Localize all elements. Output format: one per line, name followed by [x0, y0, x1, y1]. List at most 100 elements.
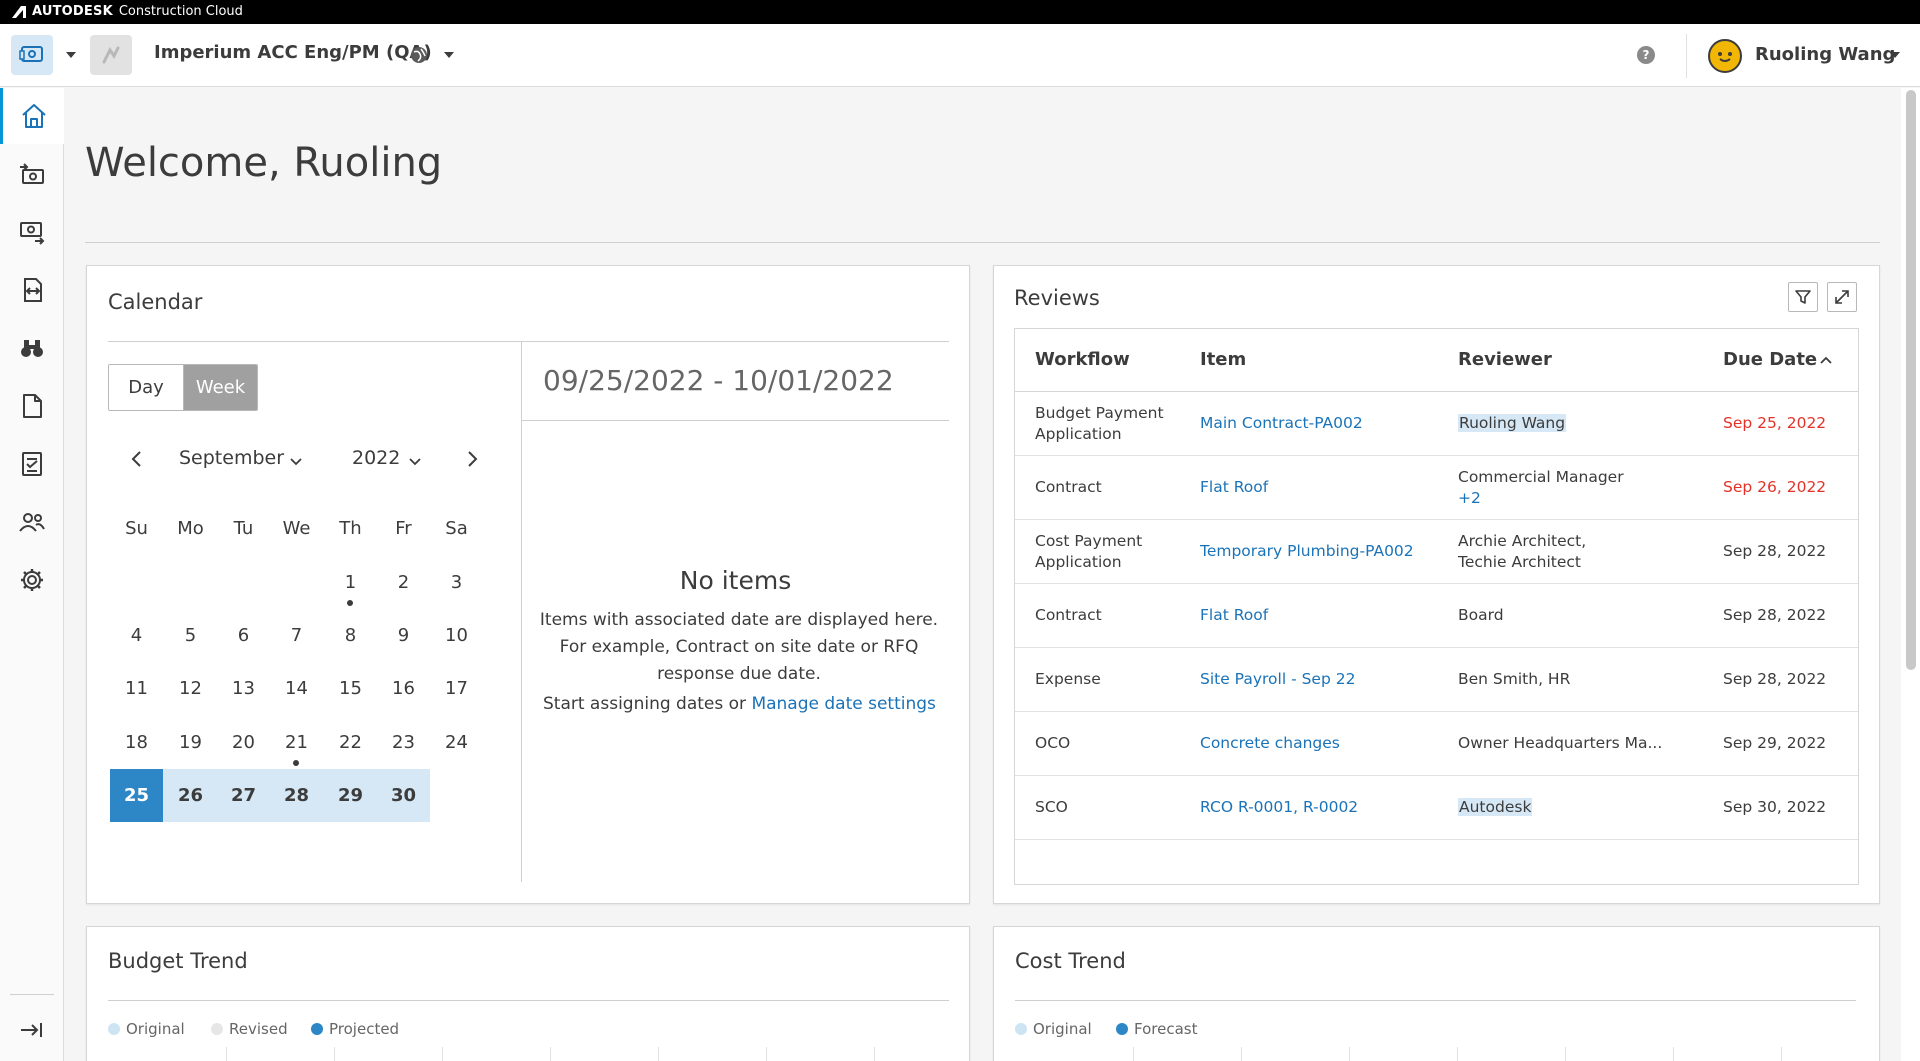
expand-button[interactable]	[1827, 282, 1857, 312]
calendar-day[interactable]: 23	[377, 716, 430, 769]
calendar-day[interactable]: 27	[217, 769, 270, 822]
budget-trend-card: Budget Trend Original Revised Projected	[86, 926, 970, 1061]
calendar-day[interactable]: 5	[164, 609, 217, 662]
no-items-title: No items	[679, 566, 792, 595]
calendar-day[interactable]: 28	[270, 769, 323, 822]
table-row[interactable]: Contract Flat Roof Board Sep 28, 2022	[1015, 584, 1858, 648]
cell-item-link[interactable]: Temporary Plumbing-PA002	[1200, 541, 1414, 562]
sidebar-item-module-4[interactable]	[0, 262, 64, 318]
table-row[interactable]: SCO RCO R-0001, R-0002 Autodesk Sep 30, 202…	[1015, 776, 1858, 840]
cell-item-link[interactable]: RCO R-0001, R-0002	[1200, 797, 1358, 818]
table-row[interactable]: Expense Site Payroll - Sep 22 Ben Smith, H…	[1015, 648, 1858, 712]
view-week-button[interactable]: Week	[183, 365, 257, 410]
filter-button[interactable]	[1788, 282, 1818, 312]
project-caret-icon[interactable]	[444, 52, 454, 58]
cell-item-link[interactable]: Concrete changes	[1200, 733, 1340, 754]
budget-legend-revised[interactable]: Revised	[211, 1020, 288, 1038]
sidebar-item-module-2[interactable]	[0, 146, 64, 202]
cost-legend-forecast[interactable]: Forecast	[1116, 1020, 1197, 1038]
calendar-day[interactable]: 30	[377, 769, 430, 822]
project-name[interactable]: Imperium ACC Eng/PM (QA)	[154, 42, 432, 63]
table-row[interactable]: Contract Flat Roof Commercial Manager +2 Sep…	[1015, 456, 1858, 520]
gridline	[1781, 1047, 1782, 1061]
calendar-day[interactable]: 9	[377, 609, 430, 662]
legend-dot	[1116, 1023, 1128, 1035]
calendar-day[interactable]: 29	[324, 769, 377, 822]
sidebar-item-module-5[interactable]	[0, 320, 64, 376]
calendar-day[interactable]: 7	[270, 609, 323, 662]
avatar[interactable]	[1708, 39, 1742, 73]
more-reviewers-link[interactable]: +2	[1458, 489, 1481, 507]
user-menu-caret-icon[interactable]	[1890, 52, 1900, 58]
next-month-icon[interactable]	[462, 449, 482, 469]
cell-item-link[interactable]: Main Contract-PA002	[1200, 413, 1363, 434]
calendar-day[interactable]: 4	[110, 609, 163, 662]
sidebar-item-module-7[interactable]	[0, 436, 64, 492]
calendar-day[interactable]: 13	[217, 662, 270, 715]
help-icon[interactable]: ?	[1637, 46, 1655, 64]
calendar-day[interactable]: 15	[324, 662, 377, 715]
sidebar-item-module-9[interactable]	[0, 552, 64, 608]
sidebar-item-module-6[interactable]	[0, 378, 64, 434]
user-name[interactable]: Ruoling Wang	[1755, 44, 1895, 65]
calendar-day[interactable]: 17	[430, 662, 483, 715]
year-chevron-down-icon[interactable]	[409, 458, 421, 466]
calendar-day[interactable]: 2	[377, 556, 430, 609]
app-switcher-caret-icon[interactable]	[66, 52, 76, 58]
assign-text: Start assigning dates or	[543, 694, 752, 714]
cell-due-date: Sep 26, 2022	[1723, 478, 1827, 496]
calendar-day[interactable]: 22	[324, 716, 377, 769]
sidebar-item-home[interactable]	[0, 88, 64, 144]
table-row[interactable]: Cost Payment Application Temporary Plumbin…	[1015, 520, 1858, 584]
header-divider	[1686, 34, 1687, 78]
sidebar-item-module-8[interactable]	[0, 494, 64, 550]
month-chevron-down-icon[interactable]	[290, 458, 302, 466]
gridline	[442, 1047, 443, 1061]
cell-item-link[interactable]: Flat Roof	[1200, 605, 1268, 626]
sidebar-item-module-3[interactable]	[0, 204, 64, 260]
calendar-day[interactable]: 20	[217, 716, 270, 769]
cell-reviewer: Owner Headquarters Ma...	[1458, 733, 1662, 754]
col-reviewer[interactable]: Reviewer	[1458, 349, 1552, 370]
sort-ascending-icon[interactable]	[1820, 356, 1832, 364]
calendar-day[interactable]: 10	[430, 609, 483, 662]
project-thumbnail[interactable]	[90, 35, 132, 75]
calendar-day[interactable]: 6	[217, 609, 270, 662]
calendar-day[interactable]: 14	[270, 662, 323, 715]
year-select[interactable]: 2022	[352, 447, 400, 469]
manage-date-settings-link[interactable]: Manage date settings	[751, 694, 935, 714]
cell-due-date: Sep 25, 2022	[1723, 414, 1827, 432]
cell-item-link[interactable]: Flat Roof	[1200, 477, 1268, 498]
calendar-divider	[108, 341, 949, 342]
calendar-day[interactable]: 18	[110, 716, 163, 769]
calendar-day[interactable]: 16	[377, 662, 430, 715]
calendar-day[interactable]: 11	[110, 662, 163, 715]
view-day-button[interactable]: Day	[109, 365, 183, 410]
sidebar-collapse-button[interactable]	[0, 1002, 64, 1058]
calendar-day[interactable]: 3	[430, 556, 483, 609]
app-switcher-button[interactable]	[11, 35, 53, 75]
col-item[interactable]: Item	[1200, 349, 1246, 370]
calendar-day[interactable]: 12	[164, 662, 217, 715]
project-image-icon	[102, 46, 120, 64]
calendar-day[interactable]: 26	[164, 769, 217, 822]
cell-workflow: Contract	[1035, 477, 1102, 498]
calendar-day[interactable]: 24	[430, 716, 483, 769]
prev-month-icon[interactable]	[127, 449, 147, 469]
table-row[interactable]: OCO Concrete changes Owner Headquarters Ma…	[1015, 712, 1858, 776]
calendar-day[interactable]: 8	[324, 609, 377, 662]
cell-item-link[interactable]: Site Payroll - Sep 22	[1200, 669, 1355, 690]
table-row[interactable]: Budget Payment Application Main Contract-P…	[1015, 392, 1858, 456]
col-workflow[interactable]: Workflow	[1035, 349, 1130, 370]
collapse-icon	[21, 1023, 42, 1037]
calendar-day[interactable]: 19	[164, 716, 217, 769]
budget-legend-projected[interactable]: Projected	[311, 1020, 399, 1038]
money-in-icon	[20, 163, 44, 184]
budget-legend-original[interactable]: Original	[108, 1020, 185, 1038]
cost-legend-original[interactable]: Original	[1015, 1020, 1092, 1038]
calendar-day[interactable]: 25	[110, 769, 163, 822]
legend-dot	[311, 1023, 323, 1035]
col-due-date[interactable]: Due Date	[1723, 349, 1817, 370]
month-select[interactable]: September	[179, 447, 284, 469]
page-scrollbar-thumb[interactable]	[1906, 90, 1916, 670]
